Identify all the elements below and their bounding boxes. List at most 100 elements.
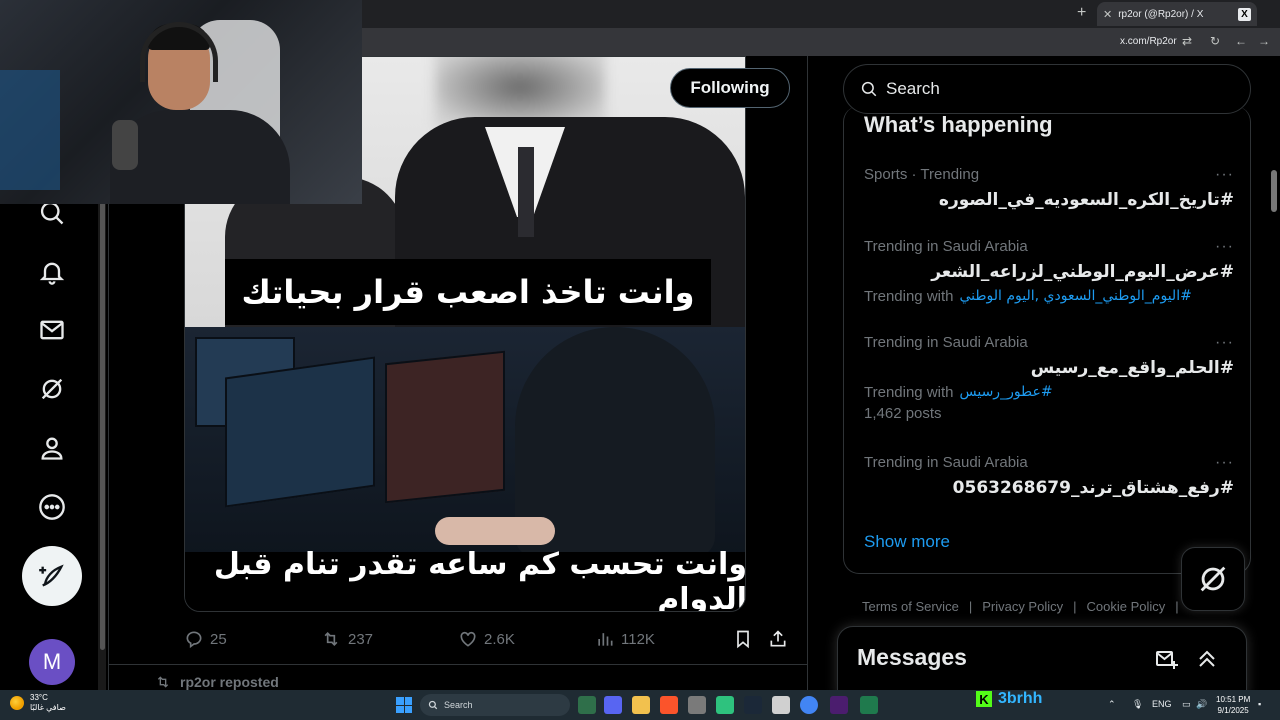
- active-tab[interactable]: ✕ rp2or (@Rp2or) / X X: [1097, 2, 1257, 26]
- repost-button[interactable]: 237: [320, 626, 373, 652]
- trending-with-label: Trending with: [864, 288, 954, 305]
- windows-taskbar: 33°C صافي غالبًا Search K 3brhh ⌃ 🎙 ENG …: [0, 690, 1280, 720]
- show-more-link[interactable]: Show more: [864, 532, 950, 552]
- search-icon: [428, 700, 438, 710]
- privacy-link[interactable]: Privacy Policy: [982, 599, 1063, 614]
- clock-time: 10:51 PM: [1216, 695, 1251, 704]
- expand-chevrons-icon[interactable]: [1195, 647, 1219, 671]
- windows-start-icon[interactable]: [396, 697, 412, 713]
- microphone-icon[interactable]: 🎙: [1132, 699, 1143, 710]
- trend-more-icon[interactable]: ···: [1215, 166, 1234, 184]
- footer-separator: |: [1175, 599, 1179, 614]
- reply-button[interactable]: 25: [184, 626, 227, 652]
- trend-more-icon[interactable]: ···: [1215, 454, 1234, 472]
- trend-more-icon[interactable]: ···: [1215, 334, 1234, 352]
- chrome-icon[interactable]: [800, 696, 818, 714]
- reload-icon[interactable]: ↻: [1210, 34, 1220, 48]
- footer-separator: |: [968, 599, 973, 614]
- clock-date: 9/1/2025: [1217, 706, 1249, 715]
- account-avatar[interactable]: M: [29, 639, 75, 685]
- trending-with-link[interactable]: #عطور_رسيس: [960, 384, 1053, 401]
- repost-indicator[interactable]: rp2or reposted: [154, 674, 279, 690]
- trend-hashtag[interactable]: #عرض_اليوم_الوطني_لزراعه_الشعر: [864, 262, 1234, 282]
- weather-widget[interactable]: 33°C صافي غالبًا: [10, 693, 66, 713]
- taskbar-app-icon[interactable]: [716, 696, 734, 714]
- trending-with-row: Trending with #اليوم_الوطني_السعودي ,الي…: [864, 288, 1234, 305]
- weather-text-block: 33°C صافي غالبًا: [30, 693, 66, 713]
- like-button[interactable]: 2.6K: [458, 626, 515, 652]
- trend-hashtag[interactable]: #الحلم_واقع_مع_رسيس: [864, 358, 1234, 378]
- back-arrow-icon[interactable]: ←: [1235, 34, 1247, 48]
- trend-item[interactable]: Trending in Saudi Arabia ··· #الحلم_واقع…: [864, 334, 1234, 422]
- taskbar-app-icon[interactable]: [772, 696, 790, 714]
- language-indicator[interactable]: ENG: [1152, 699, 1172, 709]
- webcam-monitor-glow: [0, 70, 60, 190]
- trending-with-link[interactable]: #اليوم_الوطني_السعودي ,اليوم الوطني: [960, 288, 1192, 305]
- trend-category: Trending in Saudi Arabia: [864, 334, 1028, 351]
- file-explorer-icon[interactable]: [632, 696, 650, 714]
- terms-link[interactable]: Terms of Service: [862, 599, 959, 614]
- search-input[interactable]: [886, 79, 1226, 99]
- messages-envelope-icon[interactable]: [37, 315, 67, 345]
- messages-drawer[interactable]: Messages: [837, 626, 1247, 696]
- url-field[interactable]: x.com/Rp2or: [1120, 36, 1177, 47]
- search-icon: [861, 81, 877, 97]
- trend-hashtag[interactable]: #تاريخ_الكره_السعوديه_في_الصوره: [864, 190, 1234, 210]
- trend-item[interactable]: Trending in Saudi Arabia ··· #رفع_هشتاق_…: [864, 454, 1234, 498]
- whats-happening-panel: What’s happening Sports · Trending ··· #…: [843, 106, 1251, 574]
- temperature: 33°C: [30, 693, 48, 702]
- site-settings-icon[interactable]: ⇄: [1182, 34, 1192, 48]
- taskbar-app-icon[interactable]: [578, 696, 596, 714]
- trend-more-icon[interactable]: ···: [1215, 238, 1234, 256]
- new-message-icon[interactable]: [1154, 647, 1178, 671]
- trend-category: Trending in Saudi Arabia: [864, 238, 1028, 255]
- volume-icon[interactable]: 🔊: [1196, 699, 1207, 710]
- profile-person-icon[interactable]: [37, 433, 67, 463]
- notifications-bell-icon[interactable]: [37, 257, 67, 287]
- right-scrollbar-track[interactable]: [1268, 56, 1280, 690]
- bookmark-icon: [737, 630, 749, 649]
- close-tab-icon[interactable]: ✕: [1103, 8, 1112, 21]
- forward-arrow-icon[interactable]: →: [1258, 34, 1270, 48]
- footer-separator: |: [1073, 599, 1077, 614]
- share-button[interactable]: [768, 626, 788, 652]
- trend-item[interactable]: Sports · Trending ··· #تاريخ_الكره_السعو…: [864, 166, 1234, 210]
- grok-icon[interactable]: [37, 374, 67, 404]
- notification-icon[interactable]: ▪: [1258, 699, 1261, 709]
- brave-browser-icon[interactable]: [660, 696, 678, 714]
- repost-count: 237: [348, 630, 374, 648]
- tab-title: rp2or (@Rp2or) / X: [1118, 8, 1204, 20]
- steam-icon[interactable]: [744, 696, 762, 714]
- discord-icon[interactable]: [604, 696, 622, 714]
- reply-bubble-icon: [186, 631, 202, 649]
- taskbar-search[interactable]: Search: [420, 694, 570, 716]
- following-button[interactable]: Following: [670, 68, 790, 108]
- store-icon[interactable]: [688, 696, 706, 714]
- trend-item[interactable]: Trending in Saudi Arabia ··· #عرض_اليوم_…: [864, 238, 1234, 305]
- trend-hashtag[interactable]: #رفع_هشتاق_ترند_0563268679: [864, 478, 1234, 498]
- search-box[interactable]: [843, 64, 1251, 114]
- share-icon: [770, 630, 786, 647]
- tweet-actions-bar: 25 237 2.6K 112K: [184, 626, 794, 652]
- trend-post-count: 1,462 posts: [864, 405, 942, 422]
- network-icon[interactable]: ▭: [1182, 699, 1191, 710]
- monitor-screen: [225, 356, 375, 508]
- compose-post-button[interactable]: [22, 546, 82, 606]
- grok-floating-button[interactable]: [1181, 547, 1245, 611]
- tweet-divider: [109, 664, 807, 665]
- new-tab-button[interactable]: +: [1077, 5, 1086, 21]
- excel-icon[interactable]: [860, 696, 878, 714]
- views-button[interactable]: 112K: [595, 626, 655, 652]
- view-count: 112K: [621, 630, 655, 648]
- cookie-link[interactable]: Cookie Policy: [1087, 599, 1166, 614]
- more-options-icon[interactable]: [37, 492, 67, 522]
- taskbar-app-icon[interactable]: [830, 696, 848, 714]
- right-scrollbar-thumb[interactable]: [1271, 170, 1277, 212]
- trending-with-label: Trending with: [864, 384, 954, 401]
- tie: [518, 147, 534, 237]
- grok-icon: [1200, 566, 1226, 592]
- bookmark-button[interactable]: [733, 626, 753, 652]
- like-count: 2.6K: [484, 630, 515, 648]
- tray-chevron-icon[interactable]: ⌃: [1108, 699, 1116, 710]
- system-clock[interactable]: 10:51 PM 9/1/2025: [1216, 694, 1250, 716]
